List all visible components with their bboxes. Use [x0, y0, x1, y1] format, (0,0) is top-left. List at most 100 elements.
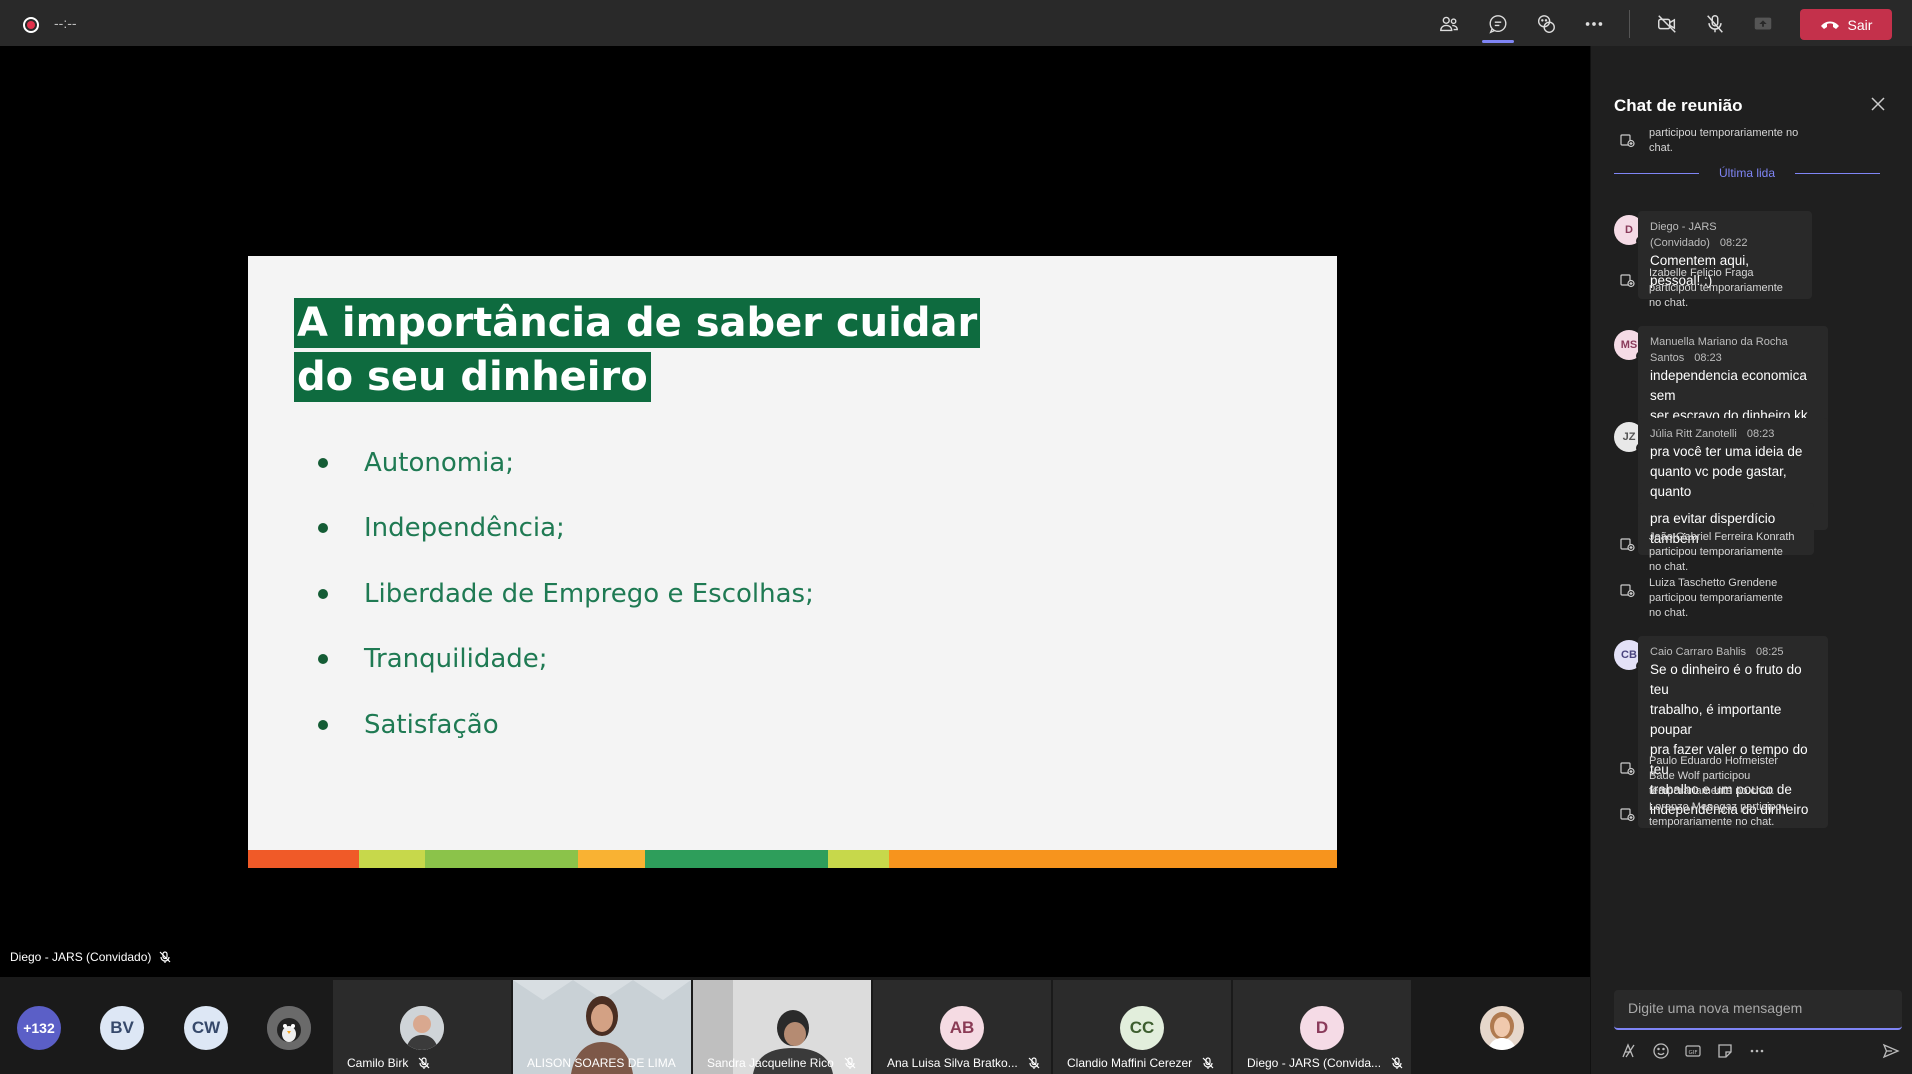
slide-bullet: Autonomia;: [318, 430, 814, 496]
leave-button[interactable]: Sair: [1800, 9, 1892, 40]
system-message-line: no chat.: [1649, 607, 1689, 619]
participant-video-tile[interactable]: Sandra Jacqueline Rico: [693, 980, 871, 1074]
chat-join-icon: [1620, 538, 1635, 552]
message-time: 08:23: [1694, 352, 1722, 364]
send-icon[interactable]: [1880, 1040, 1902, 1062]
system-message-line: Lorenzo Menegaz participou: [1649, 801, 1788, 813]
system-message-line: no chat.: [1649, 561, 1689, 573]
participant-name: Clandio Maffini Cerezer: [1067, 1056, 1214, 1070]
participant-initials-avatar: D: [1300, 1006, 1344, 1050]
slide-title: A importância de saber cuidar do seu din…: [294, 296, 994, 404]
self-view-avatar[interactable]: [1480, 1006, 1524, 1050]
message-text: Se o dinheiro é o fruto do teu: [1650, 662, 1802, 697]
system-message: Paulo Eduardo Hofmeister Bade Wolf partic…: [1619, 754, 1879, 799]
mic-off-icon[interactable]: [1700, 10, 1730, 38]
message-time: 08:25: [1755, 646, 1784, 658]
presenter-name: Diego - JARS (Convidado): [10, 950, 152, 964]
participant-initials-avatar: AB: [940, 1006, 984, 1050]
system-message-line: temporariamente no chat.: [1649, 816, 1775, 828]
participant-tile[interactable]: D Diego - JARS (Convida...: [1233, 980, 1411, 1074]
participant-photo-avatar: [400, 1006, 444, 1050]
message-meta: Caio Carraro Bahlis 08:25: [1650, 644, 1816, 660]
message-meta: Júlia Ritt Zanotelli 08:23: [1650, 426, 1816, 442]
message-meta: Manuella Mariano da Rocha Santos 08:23: [1650, 334, 1816, 366]
mic-muted-icon: [1202, 1057, 1214, 1069]
system-message-line: participou temporariamente: [1649, 592, 1783, 604]
system-message: João Gabriel Ferreira Konrath participou …: [1619, 530, 1879, 575]
message-meta: Diego - JARS (Convidado) 08:22: [1650, 219, 1800, 251]
system-message-line: Bade Wolf participou: [1649, 770, 1751, 782]
meeting-timer: --:--: [54, 15, 77, 31]
participants-icon[interactable]: [1434, 10, 1464, 38]
hang-up-icon: [1820, 21, 1839, 29]
participant-name: ALISON SOARES DE LIMA: [527, 1056, 676, 1070]
reactions-icon[interactable]: [1531, 10, 1561, 38]
message-text: pra você ter uma ideia de: [1650, 444, 1803, 459]
presenter-name-label: Diego - JARS (Convidado): [10, 950, 171, 964]
camera-off-icon[interactable]: [1652, 10, 1682, 38]
compose-box[interactable]: [1614, 990, 1902, 1030]
chat-join-icon: [1620, 762, 1635, 776]
slide-bullets: Autonomia; Independência; Liberdade de Emp…: [318, 430, 814, 758]
system-message-line: Izabelle Felicio Fraga: [1649, 267, 1754, 279]
mic-muted-icon: [418, 1057, 430, 1069]
chat-title: Chat de reunião: [1614, 96, 1743, 115]
system-message: Luiza Taschetto Grendene participou tempo…: [1619, 576, 1879, 621]
gif-icon[interactable]: GIF: [1682, 1040, 1704, 1062]
participant-avatar[interactable]: CW: [184, 1006, 228, 1050]
participant-name: Diego - JARS (Convida...: [1247, 1056, 1403, 1070]
participant-initials-avatar: CC: [1120, 1006, 1164, 1050]
close-icon[interactable]: [1868, 94, 1888, 114]
meeting-chat-panel: Chat de reunião participou temporariamen…: [1590, 46, 1912, 1074]
message-time: 08:23: [1746, 428, 1775, 440]
participant-name: Camilo Birk: [347, 1056, 430, 1070]
share-screen-icon[interactable]: [1748, 10, 1778, 38]
mic-muted-icon: [844, 1057, 856, 1069]
chat-icon[interactable]: [1483, 10, 1513, 38]
participant-photo-avatar[interactable]: [267, 1006, 311, 1050]
chat-active-indicator: [1482, 40, 1514, 43]
system-message: Izabelle Felicio Fraga participou tempora…: [1619, 266, 1879, 311]
system-message: participou temporariamente no chat.: [1619, 126, 1879, 156]
chat-join-icon: [1620, 808, 1635, 822]
chat-join-icon: [1620, 134, 1635, 148]
system-message-line: participou temporariamente: [1649, 282, 1783, 294]
participant-tile[interactable]: CC Clandio Maffini Cerezer: [1053, 980, 1231, 1074]
system-message-line: no chat.: [1649, 297, 1689, 309]
system-message-line: temporariamente no chat.: [1649, 785, 1775, 797]
sticker-icon[interactable]: [1714, 1040, 1736, 1062]
participant-avatar[interactable]: BV: [100, 1006, 144, 1050]
sender-name: Diego - JARS (Convidado): [1650, 221, 1717, 249]
system-message-line: Luiza Taschetto Grendene: [1649, 577, 1778, 589]
shared-content-stage: A importância de saber cuidar do seu din…: [0, 46, 1590, 977]
system-message-line: participou temporariamente: [1649, 546, 1783, 558]
last-read-divider: Última lida: [1614, 166, 1880, 180]
mic-muted-icon: [1391, 1057, 1403, 1069]
meeting-toolbar: --:-- Sair: [0, 0, 1912, 46]
toolbar-divider: [1629, 10, 1630, 38]
emoji-icon[interactable]: [1650, 1040, 1672, 1062]
record-icon: [23, 17, 39, 33]
format-icon[interactable]: [1618, 1040, 1640, 1062]
message-text: quanto vc pode gastar, quanto: [1650, 464, 1787, 499]
message-time: 08:22: [1719, 237, 1748, 249]
sender-name: Caio Carraro Bahlis: [1650, 646, 1746, 658]
more-participants-button[interactable]: +132: [17, 1006, 61, 1050]
message-text: trabalho, é importante poupar: [1650, 702, 1782, 737]
compose-toolbar: GIF: [1614, 1036, 1902, 1066]
participant-tile[interactable]: AB Ana Luisa Silva Bratko...: [873, 980, 1051, 1074]
message-input[interactable]: [1628, 1000, 1888, 1016]
chat-join-icon: [1620, 274, 1635, 288]
slide-color-stripe: [248, 850, 1337, 868]
participant-tile[interactable]: Camilo Birk: [333, 980, 511, 1074]
sender-name: Júlia Ritt Zanotelli: [1650, 428, 1737, 440]
participant-video-tile[interactable]: ALISON SOARES DE LIMA: [513, 980, 691, 1074]
more-options-icon[interactable]: [1746, 1040, 1768, 1062]
system-message: Lorenzo Menegaz participou temporariament…: [1619, 800, 1879, 830]
chat-join-icon: [1620, 584, 1635, 598]
slide-bullet: Tranquilidade;: [318, 627, 814, 693]
more-options-icon[interactable]: [1579, 10, 1609, 38]
mic-muted-icon: [159, 951, 171, 963]
presentation-slide: A importância de saber cuidar do seu din…: [248, 256, 1337, 868]
slide-bullet: Liberdade de Emprego e Escolhas;: [318, 561, 814, 627]
